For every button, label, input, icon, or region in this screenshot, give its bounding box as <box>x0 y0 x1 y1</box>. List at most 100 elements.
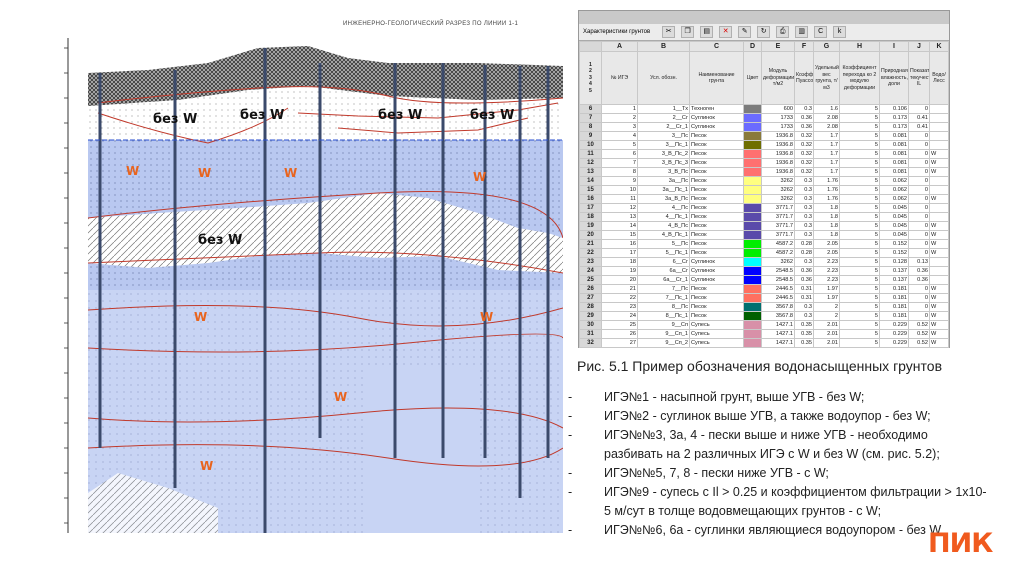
cell-g[interactable]: 1.97 <box>813 284 840 294</box>
cell-i[interactable]: 0.137 <box>879 266 909 276</box>
cell-name[interactable]: Песок <box>689 284 744 294</box>
cell-g[interactable]: 2.01 <box>813 338 840 348</box>
cell-h[interactable]: 5 <box>839 149 880 159</box>
cell-e[interactable]: 1936.8 <box>761 158 795 168</box>
cell-code[interactable]: 3_В_Пс <box>637 167 690 177</box>
cell-e[interactable]: 2446.5 <box>761 284 795 294</box>
cell-h[interactable]: 5 <box>839 338 880 348</box>
cell-k[interactable]: W <box>929 167 949 177</box>
cell-h[interactable]: 5 <box>839 176 880 186</box>
cell-g[interactable]: 1.76 <box>813 194 840 204</box>
cell-name[interactable]: Песок <box>689 239 744 249</box>
cell-k[interactable]: W <box>929 239 949 249</box>
cell-h[interactable]: 5 <box>839 293 880 303</box>
delete-icon[interactable]: ✕ <box>719 26 733 38</box>
cell-j[interactable]: 0 <box>908 248 930 258</box>
cell-i[interactable]: 0.181 <box>879 302 909 312</box>
cell-code[interactable]: 4_В_Пс_1 <box>637 230 690 240</box>
cell-code[interactable]: 3а__Пс_1 <box>637 185 690 195</box>
cell-f[interactable]: 0.3 <box>794 230 814 240</box>
cell-g[interactable]: 2.01 <box>813 320 840 330</box>
cell-name[interactable]: Супесь <box>689 338 744 348</box>
color-cell[interactable] <box>743 311 762 321</box>
cell-i[interactable]: 0.062 <box>879 176 909 186</box>
row-number[interactable]: 30 <box>579 320 602 330</box>
book-icon[interactable]: ▥ <box>795 26 809 38</box>
cell-name[interactable]: Суглинок <box>689 113 744 123</box>
cell-name[interactable]: Песок <box>689 194 744 204</box>
cell-name[interactable]: Песок <box>689 185 744 195</box>
cell-g[interactable]: 2 <box>813 302 840 312</box>
cell-h[interactable]: 5 <box>839 275 880 285</box>
color-cell[interactable] <box>743 284 762 294</box>
cell-k[interactable]: W <box>929 311 949 321</box>
cell-i[interactable]: 0.173 <box>879 113 909 123</box>
cell-n[interactable]: 7 <box>601 158 638 168</box>
cell-g[interactable]: 2.23 <box>813 275 840 285</box>
cell-k[interactable] <box>929 185 949 195</box>
cell-e[interactable]: 3771.7 <box>761 221 795 231</box>
cell-n[interactable]: 5 <box>601 140 638 150</box>
row-number[interactable]: 6 <box>579 104 602 114</box>
cell-e[interactable]: 3771.7 <box>761 212 795 222</box>
cell-i[interactable]: 0.045 <box>879 230 909 240</box>
cell-f[interactable]: 0.32 <box>794 140 814 150</box>
row-number[interactable]: 16 <box>579 194 602 204</box>
row-number[interactable]: 25 <box>579 275 602 285</box>
cell-name[interactable]: Супесь <box>689 320 744 330</box>
cell-i[interactable]: 0.045 <box>879 221 909 231</box>
cell-name[interactable]: Песок <box>689 176 744 186</box>
cell-g[interactable]: 1.8 <box>813 221 840 231</box>
row-number[interactable]: 23 <box>579 257 602 267</box>
cell-g[interactable]: 2.01 <box>813 329 840 339</box>
cell-i[interactable]: 0.229 <box>879 329 909 339</box>
cell-code[interactable]: 7__Пс_1 <box>637 293 690 303</box>
cell-i[interactable]: 0.152 <box>879 239 909 249</box>
cell-i[interactable]: 0.173 <box>879 122 909 132</box>
corner-cell[interactable] <box>579 41 602 52</box>
cell-i[interactable]: 0.081 <box>879 140 909 150</box>
row-number[interactable]: 18 <box>579 212 602 222</box>
cell-g[interactable]: 1.7 <box>813 140 840 150</box>
cell-code[interactable]: 6__Сг <box>637 257 690 267</box>
color-cell[interactable] <box>743 320 762 330</box>
cell-e[interactable]: 3567.8 <box>761 302 795 312</box>
cell-e[interactable]: 4587.2 <box>761 239 795 249</box>
cell-e[interactable]: 2548.5 <box>761 275 795 285</box>
cell-h[interactable]: 5 <box>839 131 880 141</box>
cell-g[interactable]: 2.23 <box>813 266 840 276</box>
color-cell[interactable] <box>743 275 762 285</box>
cell-k[interactable] <box>929 131 949 141</box>
cell-i[interactable]: 0.152 <box>879 248 909 258</box>
cell-i[interactable]: 0.081 <box>879 131 909 141</box>
cell-h[interactable]: 5 <box>839 122 880 132</box>
cell-j[interactable]: 0 <box>908 194 930 204</box>
cell-i[interactable]: 0.081 <box>879 149 909 159</box>
cell-j[interactable]: 0 <box>908 176 930 186</box>
color-cell[interactable] <box>743 230 762 240</box>
cell-n[interactable]: 3 <box>601 122 638 132</box>
cell-name[interactable]: Песок <box>689 158 744 168</box>
cell-i[interactable]: 0.229 <box>879 338 909 348</box>
cell-n[interactable]: 8 <box>601 167 638 177</box>
cell-code[interactable]: 2__Сг <box>637 113 690 123</box>
cell-i[interactable]: 0.062 <box>879 194 909 204</box>
cell-code[interactable]: 3__Пс_1 <box>637 140 690 150</box>
cell-f[interactable]: 0.31 <box>794 293 814 303</box>
cell-code[interactable]: 3а_В_Пс <box>637 194 690 204</box>
paste-icon[interactable]: ▤ <box>700 26 714 38</box>
cell-f[interactable]: 0.36 <box>794 122 814 132</box>
color-cell[interactable] <box>743 140 762 150</box>
cell-g[interactable]: 2.23 <box>813 257 840 267</box>
cell-h[interactable]: 5 <box>839 302 880 312</box>
cell-e[interactable]: 1936.8 <box>761 167 795 177</box>
cell-i[interactable]: 0.045 <box>879 203 909 213</box>
color-cell[interactable] <box>743 221 762 231</box>
row-number[interactable]: 24 <box>579 266 602 276</box>
cell-f[interactable]: 0.3 <box>794 176 814 186</box>
cell-e[interactable]: 1936.8 <box>761 131 795 141</box>
cell-name[interactable]: Суглинок <box>689 122 744 132</box>
cell-k[interactable] <box>929 104 949 114</box>
color-cell[interactable] <box>743 329 762 339</box>
cell-e[interactable]: 1427.1 <box>761 338 795 348</box>
